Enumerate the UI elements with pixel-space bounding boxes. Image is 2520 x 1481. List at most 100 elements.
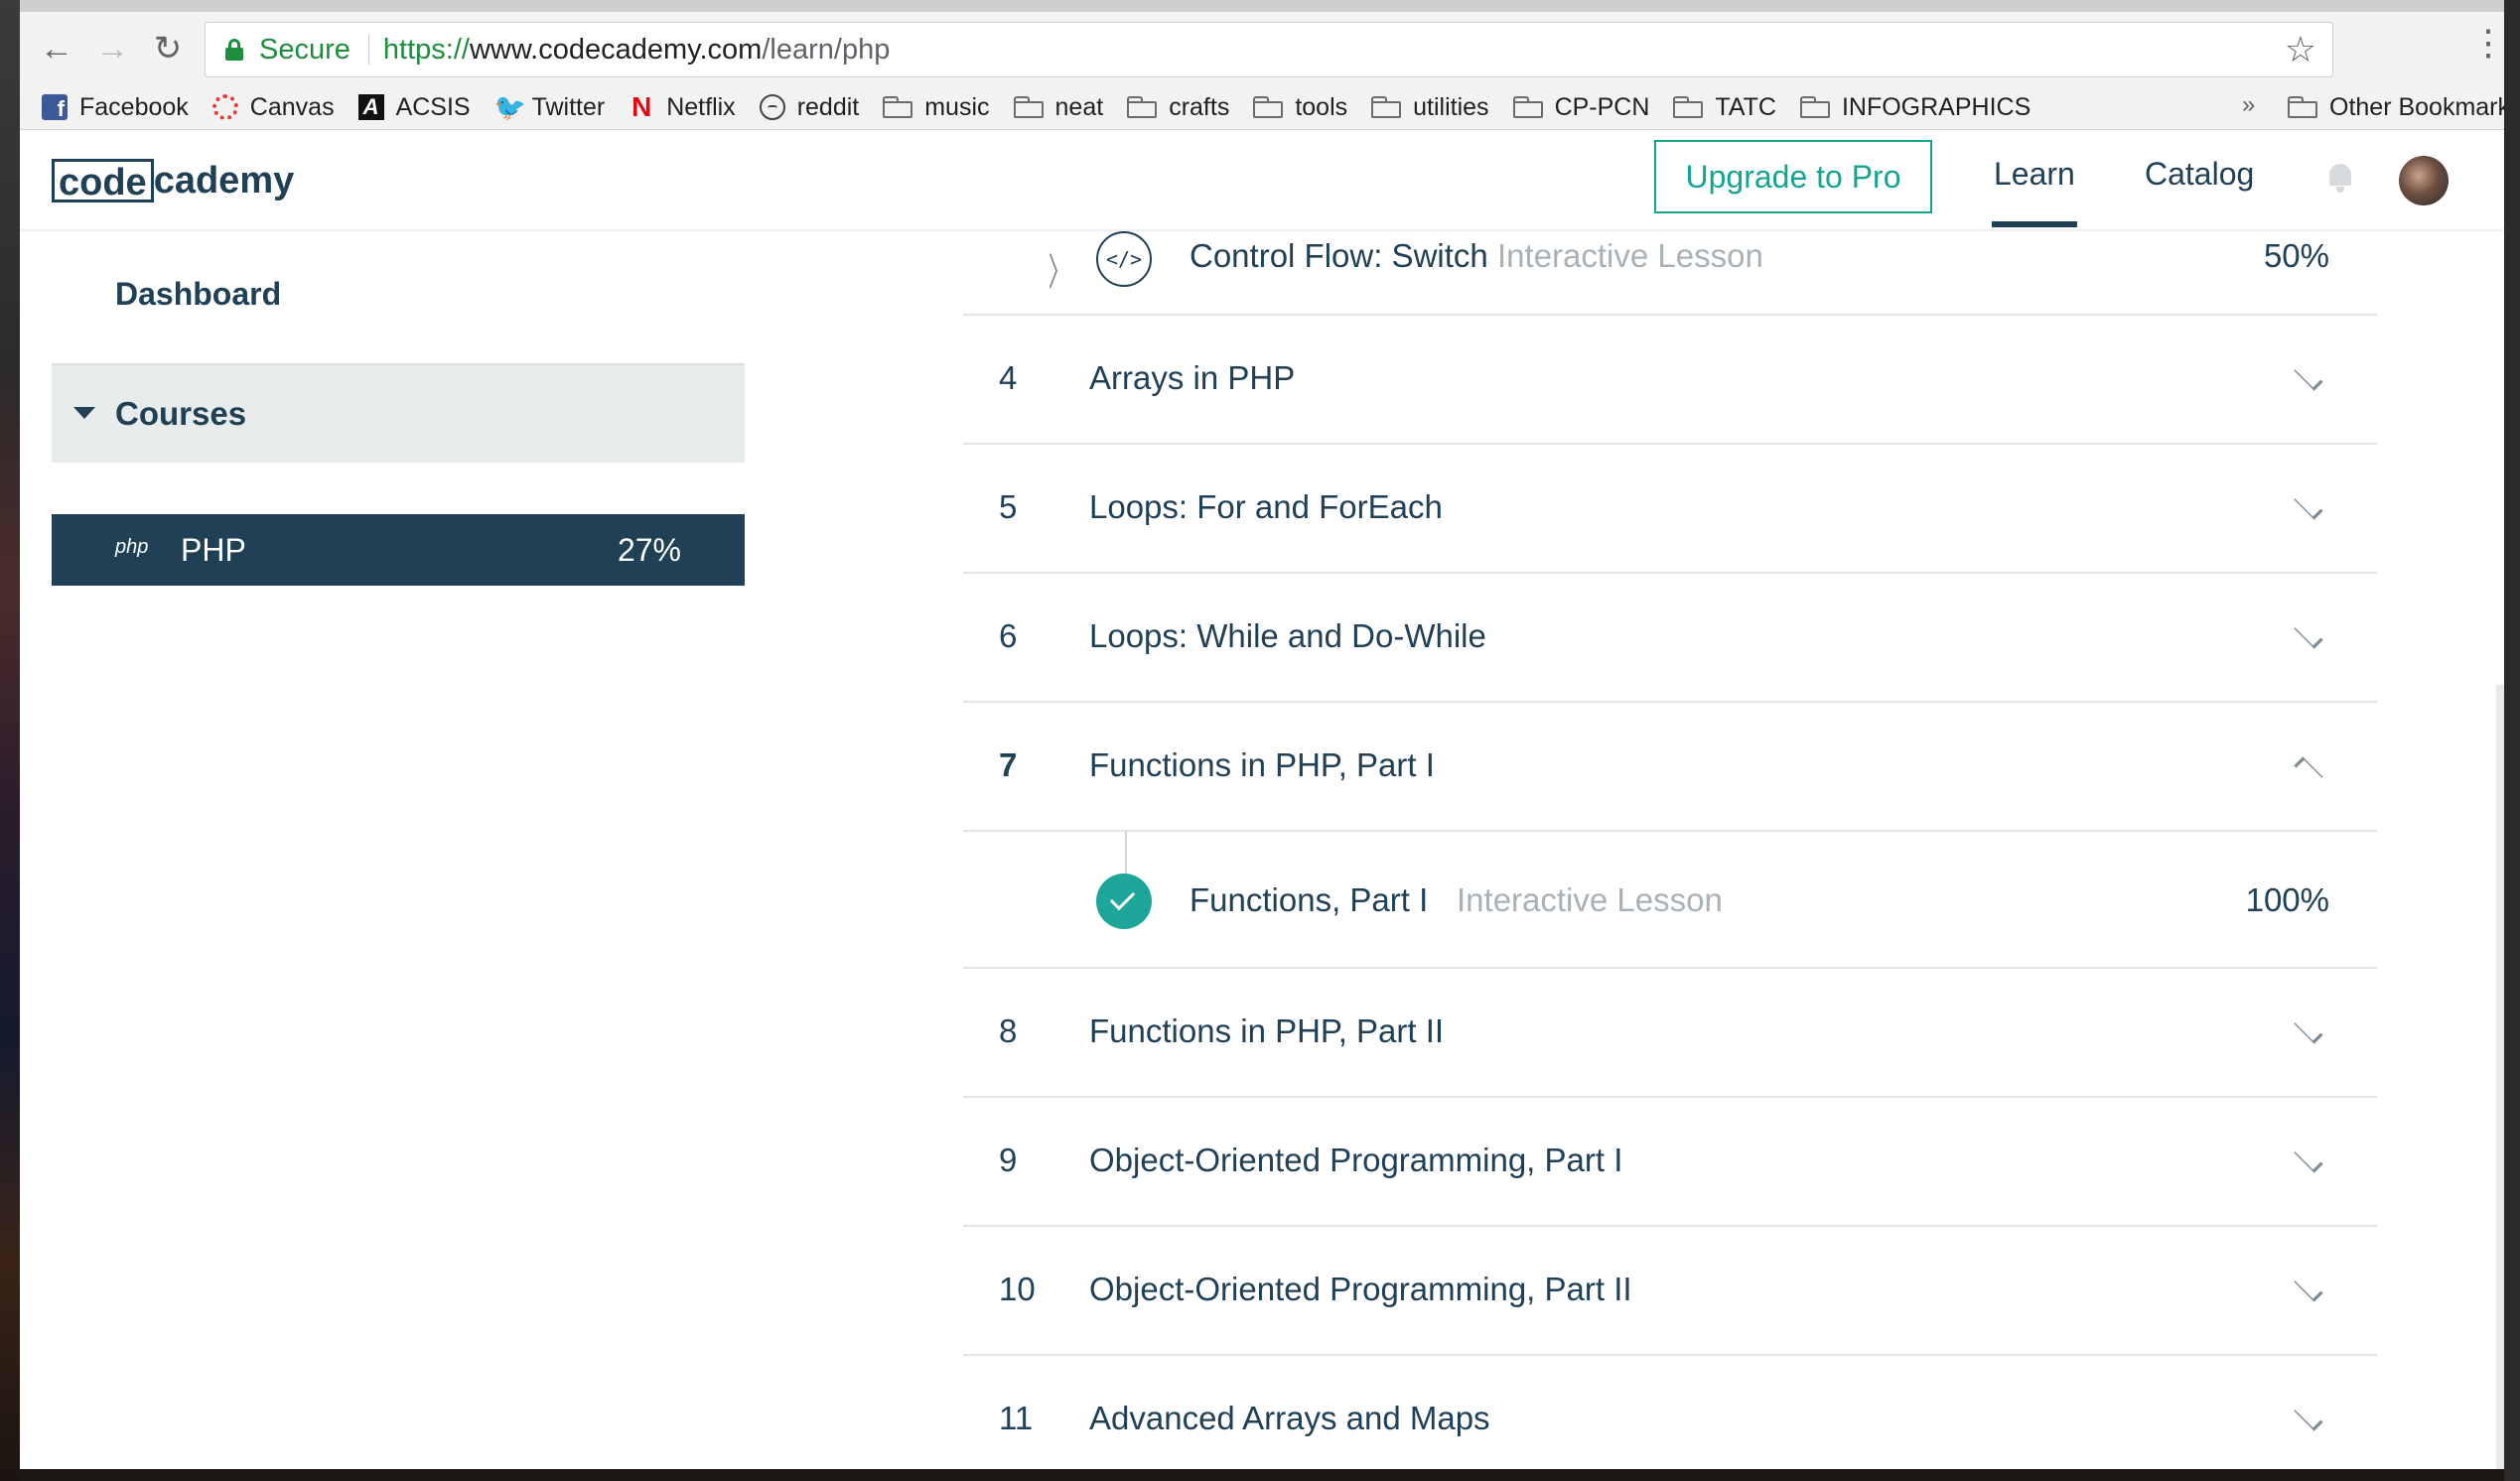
reddit-icon bbox=[759, 94, 785, 120]
unit-title: Loops: While and Do-While bbox=[1089, 617, 1486, 654]
lesson-progress: 50% bbox=[2263, 237, 2329, 274]
bookmark-folder-tatc[interactable]: TATC bbox=[1673, 93, 1776, 122]
facebook-icon: f bbox=[42, 94, 68, 120]
folder-icon bbox=[1127, 96, 1158, 118]
site-header: code cademy Upgrade to Pro Learn Catalog bbox=[20, 130, 2504, 231]
page-scrollbar[interactable] bbox=[2496, 685, 2504, 1469]
unit-title: Functions in PHP, Part I bbox=[1089, 746, 1435, 783]
unit-title: Loops: For and ForEach bbox=[1089, 488, 1443, 525]
bookmark-label: music bbox=[924, 92, 990, 121]
browser-menu-icon[interactable]: ⋮ bbox=[2468, 22, 2504, 64]
php-logo-icon: php bbox=[115, 536, 149, 558]
bookmark-label: Facebook bbox=[79, 92, 189, 121]
lesson-title: Functions, Part I bbox=[1190, 881, 1429, 918]
folder-icon bbox=[1673, 96, 1704, 118]
bookmark-folder-infographics[interactable]: INFOGRAPHICS bbox=[1799, 93, 2030, 122]
lesson-row-functions-part-1[interactable]: Functions, Part I Interactive Lesson 100… bbox=[963, 832, 2377, 969]
logo-code: code bbox=[52, 159, 154, 203]
lesson-connector bbox=[1125, 832, 1127, 874]
bookmark-label: Netflix bbox=[666, 92, 736, 121]
unit-title: Arrays in PHP bbox=[1089, 359, 1296, 396]
other-bookmarks-folder[interactable]: Other Bookmarks bbox=[2288, 85, 2504, 129]
chevron-down-icon bbox=[2294, 1273, 2323, 1302]
twitter-icon: 🐦 bbox=[493, 92, 526, 122]
browser-toolbar: ← → ↻ Secure https://www.codecademy.com /… bbox=[20, 12, 2504, 85]
nav-catalog[interactable]: Catalog bbox=[2145, 156, 2254, 193]
bookmark-twitter[interactable]: 🐦 Twitter bbox=[494, 93, 606, 122]
sidebar-course-php[interactable]: php PHP 27% bbox=[52, 514, 745, 586]
bookmark-folder-utilities[interactable]: utilities bbox=[1371, 92, 1489, 122]
bookmark-reddit[interactable]: reddit bbox=[759, 92, 860, 122]
bookmark-folder-tools[interactable]: tools bbox=[1253, 93, 1347, 122]
bookmark-folder-neat[interactable]: neat bbox=[1013, 92, 1104, 122]
bookmark-label: neat bbox=[1054, 92, 1104, 121]
logo-cademy: cademy bbox=[153, 159, 295, 202]
avatar[interactable] bbox=[2399, 156, 2449, 205]
bookmarks-bar: f Facebook Canvas A ACSIS 🐦 Twitter N Netfli… bbox=[20, 85, 2504, 130]
bookmark-label: utilities bbox=[1413, 92, 1489, 121]
unit-number: 10 bbox=[999, 1271, 1036, 1307]
canvas-icon bbox=[211, 94, 238, 120]
unit-row-11[interactable]: 11 Advanced Arrays and Maps bbox=[963, 1356, 2377, 1469]
unit-row-10[interactable]: 10 Object-Oriented Programming, Part II bbox=[963, 1227, 2377, 1356]
lesson-row-switch[interactable]: 〉 </> Control Flow: Switch Interactive L… bbox=[963, 229, 2377, 316]
unit-number: 5 bbox=[999, 488, 1018, 525]
unit-row-8[interactable]: 8 Functions in PHP, Part II bbox=[963, 969, 2377, 1098]
course-progress: 27% bbox=[617, 532, 681, 568]
forward-button[interactable]: → bbox=[93, 30, 131, 67]
reload-icon: ↻ bbox=[153, 30, 183, 67]
bookmark-folder-cp-pcn[interactable]: CP-PCN bbox=[1512, 92, 1650, 122]
lock-icon bbox=[225, 39, 243, 61]
folder-icon bbox=[1512, 96, 1543, 118]
codecademy-logo[interactable]: code cademy bbox=[52, 156, 294, 205]
notification-bell-icon[interactable] bbox=[2325, 160, 2355, 196]
back-button[interactable]: ← bbox=[38, 30, 75, 67]
unit-row-7[interactable]: 7 Functions in PHP, Part I bbox=[963, 703, 2377, 832]
bookmark-label: reddit bbox=[796, 92, 860, 121]
unit-title: Advanced Arrays and Maps bbox=[1089, 1400, 1490, 1436]
unit-number: 4 bbox=[999, 359, 1018, 396]
back-arrow-icon: ← bbox=[40, 29, 73, 67]
forward-arrow-icon: → bbox=[95, 29, 129, 67]
lesson-type: Interactive Lesson bbox=[1457, 881, 1723, 918]
syllabus-list: 〉 </> Control Flow: Switch Interactive L… bbox=[963, 229, 2377, 1469]
more-bookmarks-button[interactable]: » bbox=[2242, 91, 2255, 119]
bookmark-label: TATC bbox=[1715, 92, 1776, 121]
course-name: PHP bbox=[181, 532, 246, 568]
address-bar[interactable]: Secure https://www.codecademy.com/learn/… bbox=[205, 22, 2333, 77]
reload-button[interactable]: ↻ bbox=[149, 30, 187, 67]
lesson-title: Control Flow: Switch bbox=[1190, 237, 1488, 274]
bookmark-label: Other Bookmarks bbox=[2329, 92, 2504, 121]
unit-number: 11 bbox=[999, 1400, 1034, 1436]
unit-number: 9 bbox=[999, 1142, 1018, 1178]
bookmark-netflix[interactable]: N Netflix bbox=[629, 91, 736, 122]
sidebar-courses-toggle[interactable]: Courses bbox=[52, 363, 745, 463]
netflix-icon: N bbox=[631, 91, 652, 122]
bookmark-label: ACSIS bbox=[395, 92, 471, 121]
secure-label: Secure bbox=[259, 33, 350, 66]
bookmark-acsis[interactable]: A ACSIS bbox=[357, 92, 471, 122]
bookmark-label: CP-PCN bbox=[1554, 92, 1650, 121]
folder-icon bbox=[883, 96, 913, 118]
unit-row-6[interactable]: 6 Loops: While and Do-While bbox=[963, 574, 2377, 703]
upgrade-to-pro-button[interactable]: Upgrade to Pro bbox=[1654, 140, 1932, 213]
unit-row-4[interactable]: 4 Arrays in PHP bbox=[963, 316, 2377, 445]
bookmark-label: Canvas bbox=[249, 92, 335, 121]
url-host: www.codecademy.com bbox=[469, 33, 763, 66]
bookmark-canvas[interactable]: Canvas bbox=[211, 92, 335, 122]
caret-down-icon bbox=[73, 407, 95, 419]
bookmark-star-icon[interactable]: ☆ bbox=[2285, 29, 2316, 70]
nav-learn[interactable]: Learn bbox=[1994, 156, 2075, 193]
bookmark-folder-crafts[interactable]: crafts bbox=[1127, 93, 1229, 122]
chevron-down-icon bbox=[2294, 361, 2323, 391]
bookmark-folder-music[interactable]: music bbox=[883, 92, 990, 122]
sidebar-dashboard-link[interactable]: Dashboard bbox=[115, 276, 281, 313]
bookmark-facebook[interactable]: f Facebook bbox=[42, 93, 189, 122]
unit-row-9[interactable]: 9 Object-Oriented Programming, Part I bbox=[963, 1098, 2377, 1227]
desktop-background-right bbox=[2504, 0, 2520, 1481]
chevron-right-icon: 〉 bbox=[1048, 252, 1071, 294]
unit-number: 6 bbox=[999, 617, 1018, 654]
unit-row-5[interactable]: 5 Loops: For and ForEach bbox=[963, 445, 2377, 574]
unit-title: Object-Oriented Programming, Part I bbox=[1089, 1142, 1623, 1178]
bookmark-label: Twitter bbox=[531, 92, 606, 121]
